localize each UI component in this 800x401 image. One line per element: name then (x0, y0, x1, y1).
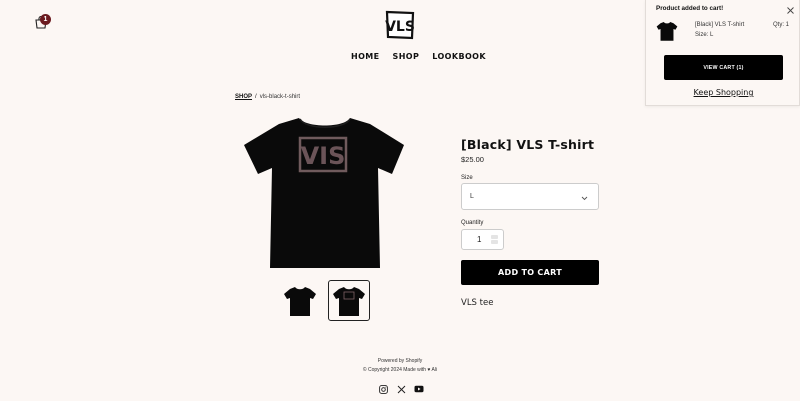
breadcrumb-current: vls-black-t-shirt (259, 94, 301, 100)
product-thumbnail-front[interactable] (279, 280, 321, 321)
shirt-print-text: VIS (301, 142, 346, 170)
instagram-icon[interactable] (378, 384, 388, 394)
keep-shopping-link[interactable]: Keep Shopping (646, 88, 800, 97)
powered-by-text[interactable]: Powered by Shopify (0, 358, 800, 364)
cart-notification-popup: Product added to cart! [Black] VLS T-shi… (645, 0, 800, 106)
cart-item-name: [Black] VLS T-shirt (695, 22, 745, 28)
size-label: Size (461, 175, 473, 181)
chevron-down-icon (581, 188, 588, 206)
site-logo[interactable]: VLS (385, 10, 415, 40)
youtube-icon[interactable] (414, 384, 424, 394)
quantity-stepper[interactable] (491, 235, 498, 245)
product-title: [Black] VLS T-shirt (461, 137, 595, 152)
nav-home[interactable]: HOME (351, 52, 380, 61)
quantity-label: Quantity (461, 220, 484, 226)
size-select[interactable]: L (461, 183, 599, 210)
nav-lookbook[interactable]: LOOKBOOK (432, 52, 486, 61)
size-select-value: L (470, 193, 474, 200)
x-icon[interactable] (396, 384, 406, 394)
add-to-cart-button[interactable]: ADD TO CART (461, 260, 599, 285)
product-main-image[interactable]: VIS (244, 110, 406, 272)
quantity-value: 1 (477, 235, 482, 244)
main-nav: HOME SHOP LOOKBOOK (351, 52, 486, 61)
breadcrumb-shop-link[interactable]: SHOP (235, 94, 252, 100)
logo-text: VLS (385, 19, 415, 35)
close-icon[interactable] (786, 2, 795, 14)
quantity-increment-icon[interactable] (491, 235, 498, 239)
breadcrumb: SHOP / vls-black-t-shirt (235, 94, 300, 100)
social-links (378, 384, 424, 394)
product-thumbnail-back[interactable] (328, 280, 370, 321)
cart-item-size: Size: L (695, 32, 714, 38)
product-price: $25.00 (461, 155, 484, 164)
breadcrumb-separator: / (255, 94, 257, 100)
cart-popup-title: Product added to cart! (656, 5, 724, 12)
nav-shop[interactable]: SHOP (393, 52, 420, 61)
view-cart-button[interactable]: VIEW CART (1) (664, 55, 783, 80)
cart-count-badge: 1 (40, 14, 51, 25)
cart-item-qty: Qty: 1 (772, 22, 789, 28)
product-description: VLS tee (461, 298, 494, 308)
quantity-input[interactable]: 1 (461, 229, 504, 250)
quantity-decrement-icon[interactable] (491, 240, 498, 244)
cart-item-thumbnail (656, 20, 678, 42)
copyright-text: © Copyright 2024 Made with ♥ Ali (362, 367, 438, 373)
